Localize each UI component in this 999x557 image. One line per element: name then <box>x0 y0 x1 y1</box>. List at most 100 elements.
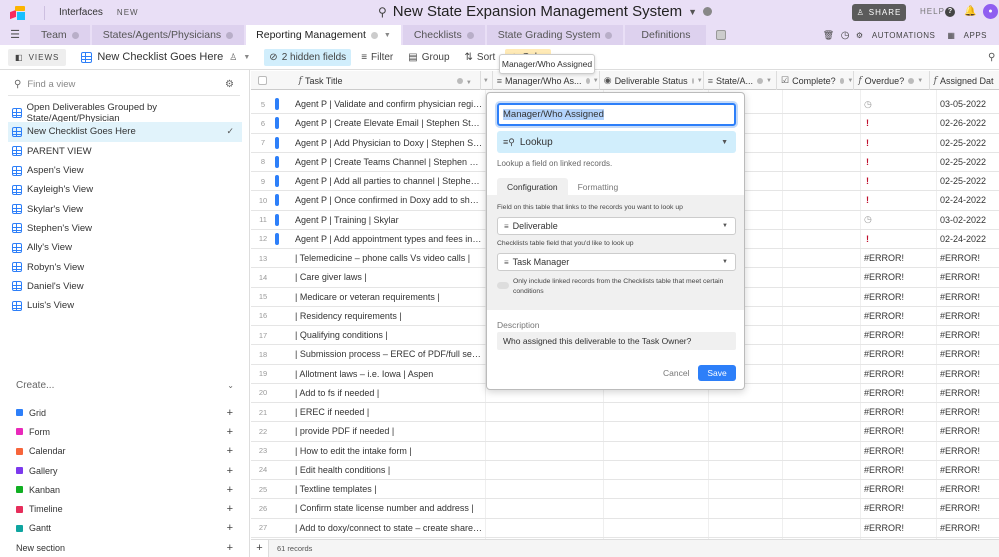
interfaces-link[interactable]: Interfaces <box>59 7 103 18</box>
task-title-cell[interactable]: Agent P | Add all parties to channel | S… <box>295 176 483 186</box>
base-title-button[interactable]: ⚲ New State Expansion Management System … <box>378 3 713 20</box>
task-title-cell[interactable]: | Telemedicine – phone calls Vs video ca… <box>295 253 483 263</box>
description-input[interactable]: Who assigned this deliverable to the Tas… <box>497 332 736 350</box>
new-section-button[interactable]: New section + <box>16 538 234 557</box>
create-view-calendar[interactable]: Calendar + <box>16 442 234 461</box>
table-row[interactable]: 21 | EREC if needed | #ERROR! #ERROR! <box>251 403 999 423</box>
create-view-form[interactable]: Form + <box>16 422 234 441</box>
sidebar-view-item[interactable]: Luis's View <box>8 296 242 315</box>
chevron-down-icon[interactable]: ▼ <box>384 32 391 39</box>
sidebar-view-item[interactable]: Daniel's View <box>8 277 242 296</box>
lookup-field-select[interactable]: ≡ Task Manager ▼ <box>497 253 736 271</box>
column-header-state-agent[interactable]: ≡ State/A... ▼ <box>704 71 778 90</box>
column-header-deliverable-status[interactable]: ◉ Deliverable Status ▼ <box>600 71 704 90</box>
automations-button[interactable]: ⚙ AUTOMATIONS <box>856 31 941 40</box>
select-all-checkbox[interactable] <box>258 76 267 85</box>
table-row[interactable]: 24 | Edit health conditions | #ERROR! #ERRO… <box>251 461 999 481</box>
task-title-cell[interactable]: Agent P | Create Teams Channel | Stephen… <box>295 157 483 167</box>
sidebar-view-item[interactable]: Ally's View <box>8 238 242 257</box>
tab-definitions[interactable]: Definitions <box>625 25 707 45</box>
column-header-assigned-date[interactable]: f Assigned Dat <box>930 71 999 90</box>
history-icon[interactable]: ◷ <box>841 30 850 41</box>
help-icon[interactable]: ? <box>945 7 955 17</box>
task-title-cell[interactable]: | Add to doxy/connect to state – create … <box>295 523 483 533</box>
sidebar-view-item[interactable]: Skylar's View <box>8 199 242 218</box>
help-link[interactable]: HELP <box>920 7 945 16</box>
avatar[interactable]: ● <box>983 4 998 19</box>
column-header-task-title[interactable]: f Task Title ▼ <box>295 71 481 90</box>
task-title-cell[interactable]: | Confirm state license number and addre… <box>295 503 483 513</box>
task-title-cell[interactable]: | Residency requirements | <box>295 311 483 321</box>
grid-view-icon <box>12 107 22 118</box>
tab-formatting[interactable]: Formatting <box>568 178 629 195</box>
sidebar-view-item[interactable]: Aspen's View <box>8 161 242 180</box>
task-title-cell[interactable]: | Textline templates | <box>295 484 483 494</box>
sidebar-view-item[interactable]: PARENT VIEW <box>8 142 242 161</box>
sidebar-view-item[interactable]: Kayleigh's View <box>8 180 242 199</box>
task-title-cell[interactable]: Agent P | Once confirmed in Doxy add to … <box>295 195 483 205</box>
save-button[interactable]: Save <box>698 365 736 381</box>
task-title-cell[interactable]: | Care giver laws | <box>295 272 483 282</box>
task-title-cell[interactable]: Agent P | Validate and confirm physician… <box>295 99 483 109</box>
task-title-cell[interactable]: | Allotment laws – i.e. Iowa | Aspen <box>295 369 483 379</box>
task-title-cell[interactable]: | Qualifying conditions | <box>295 330 483 340</box>
column-header-complete[interactable]: ☑ Complete? ▼ <box>777 71 855 90</box>
bell-icon[interactable]: 🔔 <box>964 6 976 17</box>
table-row[interactable]: 22 | provide PDF if needed | #ERROR! #ERROR… <box>251 422 999 442</box>
cancel-button[interactable]: Cancel <box>663 368 689 378</box>
gear-icon[interactable]: ⚙ <box>225 79 234 90</box>
group-button[interactable]: ▤ Group <box>403 49 454 66</box>
link-field-select[interactable]: ≡ Deliverable ▼ <box>497 217 736 235</box>
sidebar-view-item[interactable]: New Checklist Goes Here ✓ <box>8 122 242 142</box>
create-view-kanban[interactable]: Kanban + <box>16 480 234 499</box>
airtable-logo[interactable] <box>10 5 26 20</box>
table-row[interactable]: 25 | Textline templates | #ERROR! #ERROR! <box>251 480 999 500</box>
create-view-gantt[interactable]: Gantt + <box>16 519 234 538</box>
tab-reporting-management[interactable]: Reporting Management ▼ <box>246 25 401 45</box>
sort-button[interactable]: ⇅ Sort <box>460 49 501 66</box>
table-row[interactable]: 26 | Confirm state license number and add… <box>251 499 999 519</box>
task-title-cell[interactable]: | Medicare or veteran requirements | <box>295 292 483 302</box>
field-type-select[interactable]: ≡⚲ Lookup ▼ <box>497 131 736 153</box>
filter-button[interactable]: ≡ Filter <box>356 49 398 66</box>
create-view-section-toggle[interactable]: Create... ⌄ <box>16 380 234 391</box>
task-title-cell[interactable]: Agent P | Create Elevate Email | Stephen… <box>295 118 483 128</box>
apps-button[interactable]: ▦ APPS <box>947 31 993 40</box>
sidebar-view-item[interactable]: Open Deliverables Grouped by State/Agent… <box>8 102 242 124</box>
task-title-cell[interactable]: | Add to fs if needed | <box>295 388 483 398</box>
sidebar-view-item[interactable]: Stephen's View <box>8 219 242 238</box>
create-view-grid[interactable]: Grid + <box>16 403 234 422</box>
hidden-fields-button[interactable]: ⊘ 2 hidden fields <box>264 48 352 66</box>
find-view-input[interactable]: ⚲ Find a view ⚙ <box>8 78 240 96</box>
tab-checklists[interactable]: Checklists <box>402 25 485 45</box>
trash-icon[interactable]: 🗑 <box>823 30 835 41</box>
task-title-cell[interactable]: | EREC if needed | <box>295 407 483 417</box>
task-title-cell[interactable]: | Submission process – EREC of PDF/full … <box>295 349 483 359</box>
task-title-cell[interactable]: Agent P | Add Physician to Doxy | Stephe… <box>295 138 483 148</box>
views-toggle-button[interactable]: ◧ VIEWS <box>8 48 67 66</box>
task-title-cell[interactable]: | provide PDF if needed | <box>295 426 483 436</box>
column-header-overdue[interactable]: f Overdue? ▼ <box>854 71 930 90</box>
search-icon[interactable]: ⚲ <box>988 52 995 63</box>
menu-icon[interactable]: ☰ <box>0 25 30 45</box>
tab-configuration[interactable]: Configuration <box>497 178 568 195</box>
tab-team[interactable]: Team <box>30 25 90 45</box>
share-button[interactable]: ♙ SHARE <box>852 4 906 21</box>
conditions-toggle[interactable] <box>497 282 509 289</box>
task-title-cell[interactable]: | How to edit the intake form | <box>295 446 483 456</box>
info-icon[interactable] <box>703 7 713 16</box>
sidebar-view-item[interactable]: Robyn's View <box>8 257 242 276</box>
task-title-cell[interactable]: | Edit health conditions | <box>295 465 483 475</box>
create-view-timeline[interactable]: Timeline + <box>16 499 234 518</box>
table-row[interactable]: 23 | How to edit the intake form | #ERROR!… <box>251 442 999 461</box>
tab-state-grading-system[interactable]: State Grading System <box>486 25 624 45</box>
table-row[interactable]: 27 | Add to doxy/connect to state – creat… <box>251 519 999 538</box>
add-table-icon[interactable] <box>716 30 727 40</box>
task-title-cell[interactable]: Agent P | Add appointment types and fees… <box>295 234 483 244</box>
current-view-button[interactable]: New Checklist Goes Here ♙ ▼ <box>81 51 250 63</box>
create-view-gallery[interactable]: Gallery + <box>16 461 234 480</box>
tab-states-agents-physicians[interactable]: States/Agents/Physicians <box>91 25 245 45</box>
add-record-button[interactable]: + <box>251 539 269 557</box>
field-name-input[interactable]: Manager/Who Assigned <box>497 103 736 126</box>
task-title-cell[interactable]: Agent P | Training | Skylar <box>295 215 483 225</box>
